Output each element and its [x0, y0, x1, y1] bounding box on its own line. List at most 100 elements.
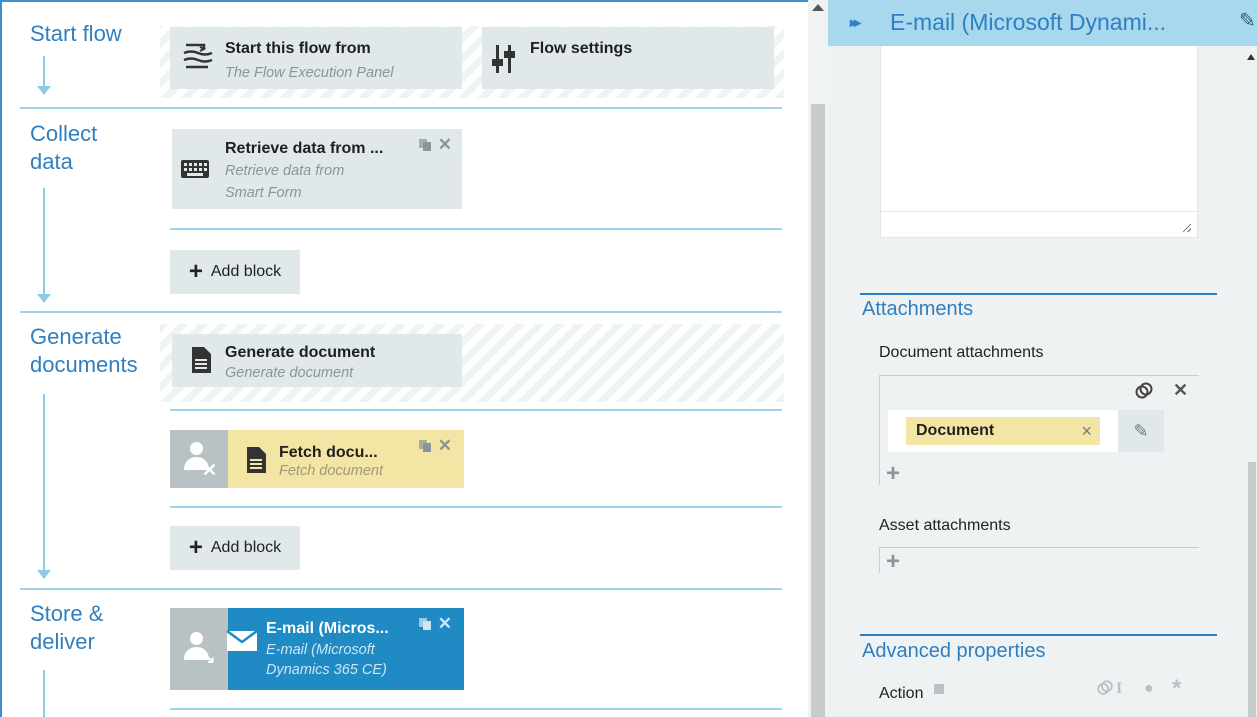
fetch-document-desc: Fetch document — [279, 463, 383, 479]
action-label: Action — [879, 685, 924, 702]
remove-tag-icon[interactable]: × — [1081, 421, 1092, 442]
email-block-selected[interactable]: ↘ E-mail (Micros... E-mail (Microsoft Dy… — [170, 608, 464, 690]
document-tag[interactable]: Document × — [906, 417, 1100, 445]
flow-settings-title: Flow settings — [530, 40, 633, 57]
advanced-properties-title: Advanced properties — [862, 640, 1046, 662]
add-block-label: Add block — [210, 263, 282, 280]
start-trigger-block[interactable]: Start this flow from The Flow Execution … — [170, 27, 462, 89]
document-attachments-label: Document attachments — [879, 344, 1044, 361]
section-rule — [860, 293, 1217, 295]
add-asset-attachment-icon[interactable]: + — [886, 548, 900, 576]
stage-divider — [20, 311, 782, 313]
document-icon — [192, 347, 211, 373]
link-icon[interactable] — [1134, 381, 1154, 401]
close-badge-icon: ✕ — [202, 460, 218, 480]
panel-scrollbar[interactable] — [1246, 46, 1257, 717]
stage-title-line: documents — [30, 352, 138, 377]
pencil-icon[interactable]: ✎ — [1239, 8, 1256, 33]
flow-settings-block[interactable]: Flow settings — [482, 27, 774, 89]
stage-connector — [37, 188, 51, 303]
retrieve-desc-line: Retrieve data from — [225, 163, 345, 179]
stage-connector — [37, 56, 51, 95]
person-icon[interactable]: ● — [1144, 680, 1154, 698]
person-icon — [190, 632, 203, 645]
keyboard-icon — [181, 160, 209, 178]
message-textarea[interactable] — [880, 46, 1198, 238]
add-block-label: Add block — [210, 539, 282, 556]
start-trigger-desc: The Flow Execution Panel — [225, 65, 394, 81]
generate-document-block[interactable]: Generate document Generate document — [172, 334, 462, 387]
resize-grip-icon[interactable] — [1183, 224, 1191, 232]
plus-icon: + — [188, 258, 203, 285]
stage-title-store-deliver: Store & deliver — [30, 600, 103, 656]
stage-divider — [20, 588, 782, 590]
flow-canvas: Start flow Start this flow from The Flow… — [0, 0, 808, 717]
assignee-avatar: ↘ — [170, 608, 228, 690]
info-icon[interactable] — [934, 684, 944, 694]
scroll-up-icon[interactable] — [1247, 54, 1255, 60]
stage-title-line: deliver — [30, 629, 95, 654]
section-rule — [860, 634, 1217, 636]
email-block-title: E-mail (Micros... — [266, 620, 389, 637]
document-icon — [247, 447, 266, 473]
add-block-button[interactable]: + Add block — [170, 526, 300, 570]
generate-document-title: Generate document — [225, 344, 376, 361]
panel-header: ▸▸ E-mail (Microsoft Dynami... ✎ — [828, 0, 1257, 46]
close-icon[interactable]: ✕ — [438, 437, 452, 454]
arrow-down-icon — [37, 294, 51, 303]
copy-icon[interactable] — [418, 440, 431, 452]
app-window: Start flow Start this flow from The Flow… — [0, 0, 1257, 717]
stage-title-line: data — [30, 149, 73, 174]
stage-title-line: Generate — [30, 324, 122, 349]
block-actions: ✕ — [418, 136, 452, 153]
attachments-title: Attachments — [862, 298, 974, 320]
email-desc-line: E-mail (Microsoft — [266, 642, 375, 658]
document-tag-label: Document — [916, 422, 995, 439]
panel-stack-icon — [183, 43, 213, 69]
asset-attachments-label: Asset attachments — [879, 517, 1011, 534]
step-divider — [170, 409, 782, 411]
step-divider — [170, 708, 782, 710]
pencil-icon: ✎ — [1133, 420, 1149, 441]
close-icon[interactable]: ✕ — [438, 615, 452, 632]
email-desc-line: Dynamics 365 CE) — [266, 662, 387, 678]
assignee-avatar: ✕ — [170, 430, 228, 488]
stage-title-collect-data: Collect data — [30, 120, 97, 176]
envelope-icon — [226, 630, 258, 651]
generate-document-desc: Generate document — [225, 365, 354, 381]
expand-chevrons-icon[interactable]: ▸▸ — [850, 14, 861, 31]
email-block-desc: E-mail (Microsoft Dynamics 365 CE) — [266, 640, 387, 680]
close-icon[interactable]: ✕ — [1173, 380, 1188, 401]
edit-attachment-button[interactable]: ✎ — [1118, 410, 1164, 452]
scrollbar-thumb[interactable] — [1248, 462, 1256, 717]
close-icon[interactable]: ✕ — [438, 136, 452, 153]
asset-attachments-box — [879, 547, 1199, 573]
textarea-footer — [881, 211, 1197, 237]
retrieve-data-title: Retrieve data from ... — [225, 140, 384, 157]
flow-scrollbar[interactable] — [808, 0, 828, 717]
stage-title-line: Store & — [30, 601, 104, 626]
copy-icon[interactable] — [418, 618, 431, 630]
document-attachment-row: Document × — [888, 410, 1118, 452]
fetch-document-block[interactable]: ✕ Fetch docu... Fetch document ✕ — [170, 430, 464, 488]
scroll-up-icon[interactable] — [812, 4, 824, 11]
retrieve-data-block[interactable]: Retrieve data from ... Retrieve data fro… — [172, 129, 462, 209]
panel-title: E-mail (Microsoft Dynami... — [890, 9, 1167, 35]
arrow-down-icon — [37, 86, 51, 95]
add-document-attachment-icon[interactable]: + — [886, 460, 900, 488]
sliders-icon — [492, 45, 515, 73]
retrieve-data-desc: Retrieve data from Smart Form — [225, 160, 344, 204]
stage-title-start-flow: Start flow — [30, 21, 122, 46]
add-block-button[interactable]: + Add block — [170, 250, 300, 294]
stage-title-generate-documents: Generate documents — [30, 323, 165, 379]
scrollbar-thumb[interactable] — [811, 104, 825, 717]
arrow-badge-icon: ↘ — [202, 650, 216, 667]
arrow-down-icon — [37, 570, 51, 579]
stage-connector — [43, 670, 45, 717]
copy-icon[interactable] — [418, 139, 431, 151]
link-icon[interactable] — [1096, 679, 1114, 697]
text-cursor-icon[interactable]: I — [1116, 680, 1122, 698]
asterisk-icon[interactable]: * — [1172, 675, 1181, 703]
plus-icon: + — [188, 534, 203, 561]
properties-panel: ▸▸ E-mail (Microsoft Dynami... ✎ Attachm… — [828, 0, 1257, 717]
